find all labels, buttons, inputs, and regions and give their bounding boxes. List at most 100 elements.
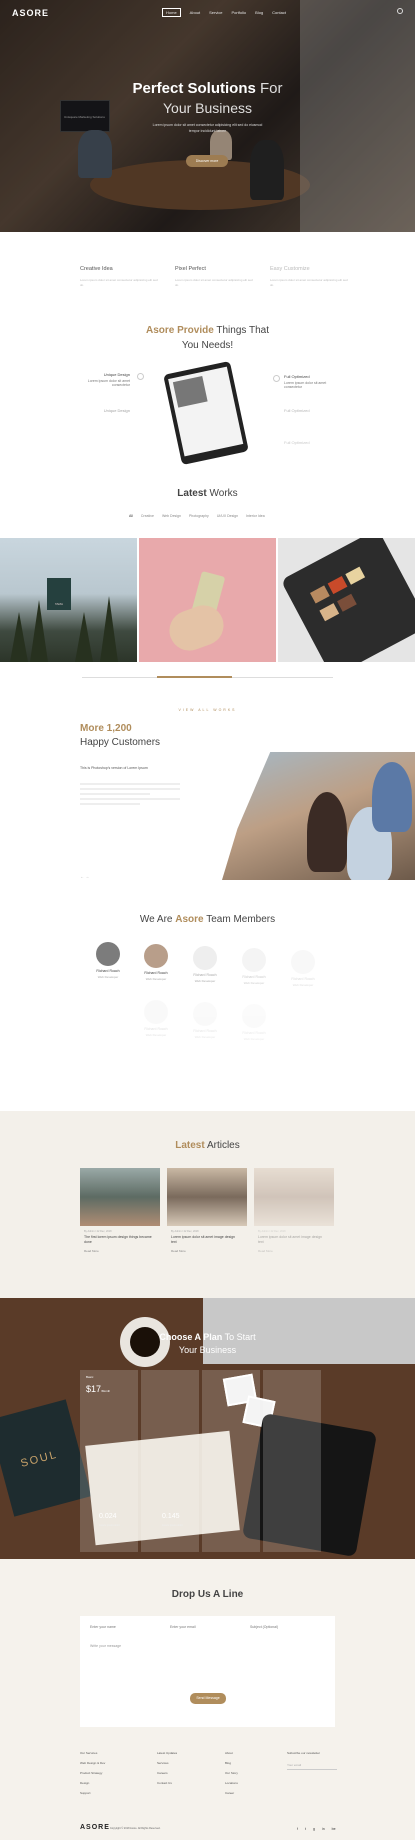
filter-photography[interactable]: Photography [189,514,209,518]
hero-overlay [0,0,415,232]
hero-section: Unisquare Marketing Solutions ASORE Home… [0,0,415,232]
menu-item-about[interactable]: About [190,10,200,17]
filter-web-design[interactable]: Web Design [162,514,181,518]
twitter-icon[interactable]: t [305,1827,306,1831]
article-image [80,1168,160,1226]
member-role: Web Developer [243,981,265,985]
menu-item-service[interactable]: Service [209,10,222,17]
work-item[interactable]: TAMA [0,538,137,662]
plan-title-rest: To Start [224,1332,256,1342]
view-all-link[interactable]: VIEW ALL WORKS [0,708,415,712]
team-member[interactable]: Richard Roach Web Developer [185,946,225,983]
name-field[interactable]: Enter your name [90,1625,116,1629]
tablet-screen [168,366,244,457]
tile [337,593,357,612]
feature-desc: Lorem ipsum dolor sit amet consectetur a… [80,278,158,287]
team-member[interactable]: Richard Roach Web Developer [88,942,128,979]
tablet-image [172,375,208,408]
linkedin-icon[interactable]: in [322,1827,325,1831]
tile [310,585,330,604]
member-name: Richard Roach [242,975,266,979]
discover-button[interactable]: Discover more [186,155,228,167]
footer-link[interactable]: Career [225,1791,238,1795]
filter-interior[interactable]: Interior Idea [246,514,265,518]
email-field[interactable]: Enter your email [170,1625,195,1629]
logo[interactable]: ASORE [12,8,49,18]
work-item[interactable] [278,538,415,662]
message-field[interactable]: Write your message [90,1644,121,1648]
articles-title-bold: Latest [175,1140,205,1151]
avatar [193,1002,217,1026]
footer-link[interactable]: Services [157,1761,177,1765]
member-name: Richard Roach [96,969,120,973]
text-line [80,798,180,800]
tile [345,566,366,585]
tama-badge: TAMA [47,578,71,610]
feature-item: Easy Customize Lorem ipsum dolor sit ame… [270,266,350,288]
footer-link[interactable]: Contact Us [157,1781,177,1785]
footer-link[interactable]: Product Strategy [80,1771,105,1775]
filter-creative[interactable]: Creative [141,514,154,518]
work-item[interactable] [139,538,276,662]
team-member[interactable]: Richard Roach Web Developer [136,944,176,981]
google-icon[interactable]: g [313,1827,315,1831]
article-card[interactable]: By Admin / 22 Dec, 2018 Lorem ipsum dolo… [254,1168,334,1253]
footer-link[interactable]: Careers [157,1771,177,1775]
plan-stat-value: 0.024 [99,1513,117,1520]
article-card[interactable]: By Admin / 22 Dec, 2018 The first lorem … [80,1168,160,1253]
plan-label: Basic [86,1375,94,1379]
menu-item-portfolio[interactable]: Portfolio [231,10,246,17]
main-menu: Home About Service Portfolio Blog Contac… [162,8,286,17]
subject-field[interactable]: Subject (Optional) [250,1625,278,1629]
plan-card[interactable] [263,1370,321,1552]
team-member[interactable]: Richard Roach Web Developer [185,1002,225,1039]
team-member[interactable]: Richard Roach Web Developer [283,950,323,987]
footer-link[interactable]: Design [80,1781,105,1785]
newsletter-input[interactable]: Your email [287,1763,337,1770]
article-image [254,1168,334,1226]
footer-link[interactable]: Locations [225,1781,238,1785]
member-name: Richard Roach [193,1029,217,1033]
footer-link[interactable]: Our Story [225,1771,238,1775]
avatar [144,944,168,968]
footer-link[interactable]: Latest Updates [157,1751,177,1755]
facebook-icon[interactable]: f [297,1827,298,1831]
footer-link[interactable]: Blog [225,1761,238,1765]
team-member[interactable]: Richard Roach Web Developer [234,1004,274,1041]
menu-item-contact[interactable]: Contact [272,10,286,17]
footer-link[interactable]: Support [80,1791,105,1795]
feature-title: Creative Idea [80,266,113,272]
footer-link[interactable]: About [225,1751,238,1755]
team-member[interactable]: Richard Roach Web Developer [136,1000,176,1037]
service-item: Full Optimized [284,440,344,447]
plan-card[interactable] [202,1370,260,1552]
filter-all[interactable]: All [129,514,133,518]
send-button[interactable]: Send Message [190,1693,226,1704]
member-name: Richard Roach [144,971,168,975]
menu-item-home[interactable]: Home [162,8,181,17]
contact-form: Enter your name Enter your email Subject… [80,1616,335,1727]
customers-slider-nav[interactable]: ← → [80,874,89,879]
team-member[interactable]: Richard Roach Web Developer [234,948,274,985]
tablet-mockup [163,360,249,466]
footer-link[interactable]: Web Design & Dev [80,1761,105,1765]
read-more-link[interactable]: Read More [171,1249,247,1253]
service-icon [137,373,144,380]
filter-ui-ux[interactable]: UI/UX Design [217,514,238,518]
footer-link[interactable]: Our Services [80,1751,105,1755]
behance-icon[interactable]: be [332,1827,336,1831]
team-title-pre: We Are [139,914,173,925]
read-more-link[interactable]: Read More [84,1249,160,1253]
article-card[interactable]: By Admin / 22 Dec, 2018 Lorem ipsum dolo… [167,1168,247,1253]
search-icon[interactable] [397,8,403,14]
read-more-link[interactable]: Read More [258,1249,334,1253]
menu-item-blog[interactable]: Blog [255,10,263,17]
member-role: Web Developer [194,1035,216,1039]
article-title[interactable]: Lorem ipsum dolor sit amet image design … [171,1235,241,1245]
hero-title-bold: Perfect Solutions [132,80,256,97]
article-title[interactable]: Lorem ipsum dolor sit amet image design … [258,1235,328,1245]
article-title[interactable]: The first lorem ipsum design things beca… [84,1235,154,1245]
feature-desc: Lorem ipsum dolor sit amet consectetur a… [270,278,348,287]
member-role: Web Developer [97,975,119,979]
footer-logo[interactable]: ASORE [80,1824,110,1831]
